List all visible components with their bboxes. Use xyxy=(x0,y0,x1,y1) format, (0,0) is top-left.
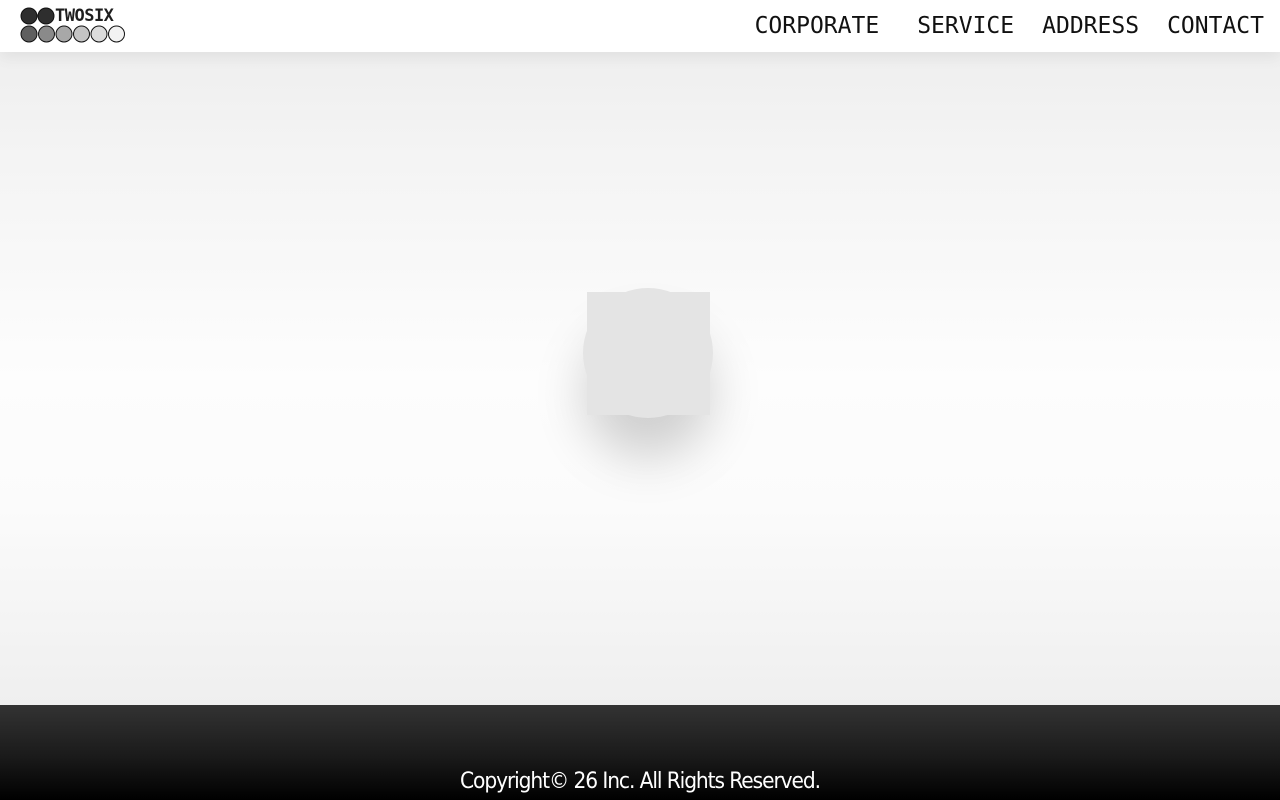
nav-address-link[interactable]: ADDRESS xyxy=(1042,0,1139,52)
logo-dots-top-icon xyxy=(20,7,55,25)
site-header: TWOSIX CORPORATE SERVICE ADDRESS CONTACT xyxy=(0,0,1280,52)
nav-contact-link[interactable]: CONTACT xyxy=(1167,0,1264,52)
logo-text: TWOSIX xyxy=(55,6,114,26)
copyright-text: Copyright© 26 Inc. All Rights Reserved. xyxy=(460,769,821,794)
site-footer: Copyright© 26 Inc. All Rights Reserved. xyxy=(0,705,1280,800)
site-logo[interactable]: TWOSIX xyxy=(20,6,126,44)
logo-dots-bottom-icon xyxy=(20,25,125,43)
loader-square xyxy=(587,292,710,415)
main-content xyxy=(0,52,1280,705)
nav-service-link[interactable]: SERVICE xyxy=(917,0,1014,52)
loading-spinner-icon xyxy=(583,288,713,418)
main-nav: CORPORATE SERVICE ADDRESS CONTACT xyxy=(755,0,1264,52)
nav-corporate-link[interactable]: CORPORATE xyxy=(755,0,880,52)
